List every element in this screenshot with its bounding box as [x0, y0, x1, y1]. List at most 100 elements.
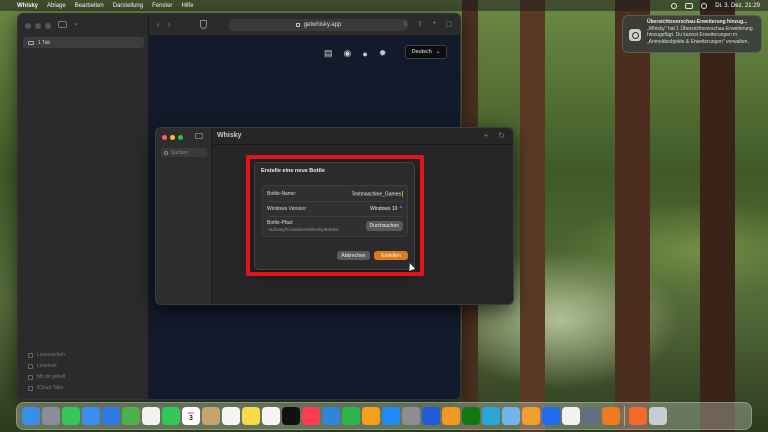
- discord-icon[interactable]: ◉: [344, 48, 352, 59]
- launchpad-icon[interactable]: [42, 407, 60, 425]
- docs-icon[interactable]: ▤: [324, 48, 333, 59]
- menu-clock[interactable]: Di. 3. Dez. 21:29: [715, 3, 760, 9]
- pencil-app-icon[interactable]: [442, 407, 460, 425]
- sidebar-item-reading-list[interactable]: Leseliste: [28, 363, 65, 369]
- sidebar-item-label: Mit dir geteilt: [37, 374, 66, 380]
- calendar-icon[interactable]: DEZ 3: [182, 407, 200, 425]
- whisky-toolbar-actions: + ↻: [484, 131, 505, 140]
- url-text: getwhisky.app: [303, 22, 342, 28]
- language-select[interactable]: Deutsch ⌄: [405, 45, 447, 59]
- glasses-icon: [28, 363, 33, 369]
- downloads-icon[interactable]: [629, 407, 647, 425]
- chevron-down-icon[interactable]: ⌄: [73, 19, 79, 27]
- finder-icon[interactable]: [22, 407, 40, 425]
- minimize-button[interactable]: [35, 23, 41, 29]
- search-placeholder: Suchen: [171, 149, 188, 156]
- utility-icon[interactable]: [582, 407, 600, 425]
- close-button[interactable]: [25, 23, 31, 29]
- menu-darstellung[interactable]: Darstellung: [113, 3, 143, 9]
- battery-icon[interactable]: [685, 2, 694, 9]
- add-icon[interactable]: +: [484, 131, 489, 140]
- safari-icon[interactable]: [102, 407, 120, 425]
- tv-icon[interactable]: [282, 407, 300, 425]
- settings-icon: [629, 29, 641, 41]
- close-button[interactable]: [162, 135, 167, 140]
- dolphin-like-icon[interactable]: [482, 407, 500, 425]
- playstation-like-icon[interactable]: [502, 407, 520, 425]
- theme-icon[interactable]: ✹: [379, 48, 387, 59]
- search-icon: [164, 150, 168, 155]
- menu-bearbeiten[interactable]: Bearbeiten: [75, 3, 104, 9]
- zoom-button[interactable]: [178, 135, 183, 140]
- menu-hilfe[interactable]: Hilfe: [181, 3, 193, 9]
- window-title: Whisky: [217, 132, 242, 139]
- whisky-sidebar: Suchen: [156, 128, 212, 304]
- freeform-icon[interactable]: [262, 407, 280, 425]
- notes-icon[interactable]: [242, 407, 260, 425]
- xbox-like-icon[interactable]: [462, 407, 480, 425]
- menu-fenster[interactable]: Fenster: [152, 3, 172, 9]
- back-icon[interactable]: ‹: [157, 20, 160, 29]
- notification-banner[interactable]: Übersichtsvorschau-Erweiterung hinzug...…: [622, 15, 762, 53]
- github-icon[interactable]: ●: [362, 49, 367, 59]
- search-input[interactable]: Suchen: [161, 148, 207, 157]
- trash-icon[interactable]: [649, 407, 667, 425]
- menu-ablage[interactable]: Ablage: [47, 3, 66, 9]
- sidebar-item-label: Lesezeichen: [37, 352, 66, 358]
- app-store-icon[interactable]: [382, 407, 400, 425]
- system-settings-icon[interactable]: [402, 407, 420, 425]
- site-header-icons: ▤ ◉ ● ✹: [324, 48, 386, 59]
- tool-orange-icon[interactable]: [602, 407, 620, 425]
- sidebar-item-tabs[interactable]: 1 Tab: [23, 37, 144, 48]
- menu-bar: Whisky Ablage Bearbeiten Darstellung Fen…: [0, 0, 768, 11]
- music-icon[interactable]: [302, 407, 320, 425]
- sidebar-item-label: Leseliste: [37, 363, 57, 369]
- toolbar-actions: ⇩ ⇧ + ▢: [403, 20, 452, 28]
- maps-icon[interactable]: [122, 407, 140, 425]
- shared-icon: [28, 374, 33, 380]
- reminders-icon[interactable]: [222, 407, 240, 425]
- xcode-like-icon[interactable]: [422, 407, 440, 425]
- notification-body: „Whisky" hat 1 Übersichtsvorschau-Erweit…: [647, 26, 753, 45]
- whisky-header: [212, 128, 513, 145]
- cloud-icon: [28, 385, 33, 391]
- keynote-icon[interactable]: [322, 407, 340, 425]
- lock-icon: [295, 23, 300, 27]
- control-center-icon[interactable]: [701, 2, 708, 9]
- sidebar-item-shared[interactable]: Mit dir geteilt: [28, 374, 65, 380]
- highlight-frame: [246, 155, 424, 276]
- game-app-icon[interactable]: [522, 407, 540, 425]
- safari-window-controls: [25, 23, 51, 29]
- refresh-icon[interactable]: ↻: [498, 131, 505, 140]
- new-tab-icon[interactable]: +: [432, 20, 436, 28]
- address-bar[interactable]: getwhisky.app: [229, 19, 408, 31]
- notification-title: Übersichtsvorschau-Erweiterung hinzug...: [647, 19, 748, 25]
- forward-icon[interactable]: ›: [168, 20, 171, 29]
- textedit-icon[interactable]: [562, 407, 580, 425]
- messages-icon[interactable]: [62, 407, 80, 425]
- bookmarks-icon: [28, 352, 33, 358]
- tab-overview-icon[interactable]: ▢: [445, 20, 452, 28]
- sidebar-toggle-icon[interactable]: [58, 21, 67, 28]
- numbers-icon[interactable]: [342, 407, 360, 425]
- sidebar-item-icloud-tabs[interactable]: iCloud-Tabs: [28, 385, 65, 391]
- sidebar-item-bookmarks[interactable]: Lesezeichen: [28, 352, 65, 358]
- zoom-button[interactable]: [45, 23, 51, 29]
- minimize-button[interactable]: [170, 135, 175, 140]
- mail-icon[interactable]: [82, 407, 100, 425]
- wifi-icon[interactable]: [671, 2, 678, 9]
- facetime-icon[interactable]: [162, 407, 180, 425]
- share-icon[interactable]: ⇧: [417, 20, 423, 28]
- menu-extras: Di. 3. Dez. 21:29: [671, 2, 760, 9]
- sidebar-item-label: 1 Tab: [38, 39, 51, 46]
- chevron-down-icon: ⌄: [435, 49, 441, 55]
- testflight-icon[interactable]: [542, 407, 560, 425]
- photos-icon[interactable]: [142, 407, 160, 425]
- contacts-icon[interactable]: [202, 407, 220, 425]
- privacy-shield-icon[interactable]: [200, 20, 207, 29]
- menu-app-name[interactable]: Whisky: [17, 3, 38, 9]
- pages-icon[interactable]: [362, 407, 380, 425]
- download-icon[interactable]: ⇩: [403, 20, 409, 28]
- sidebar-toggle-icon[interactable]: [195, 133, 203, 139]
- nav-buttons: ‹ ›: [157, 20, 170, 29]
